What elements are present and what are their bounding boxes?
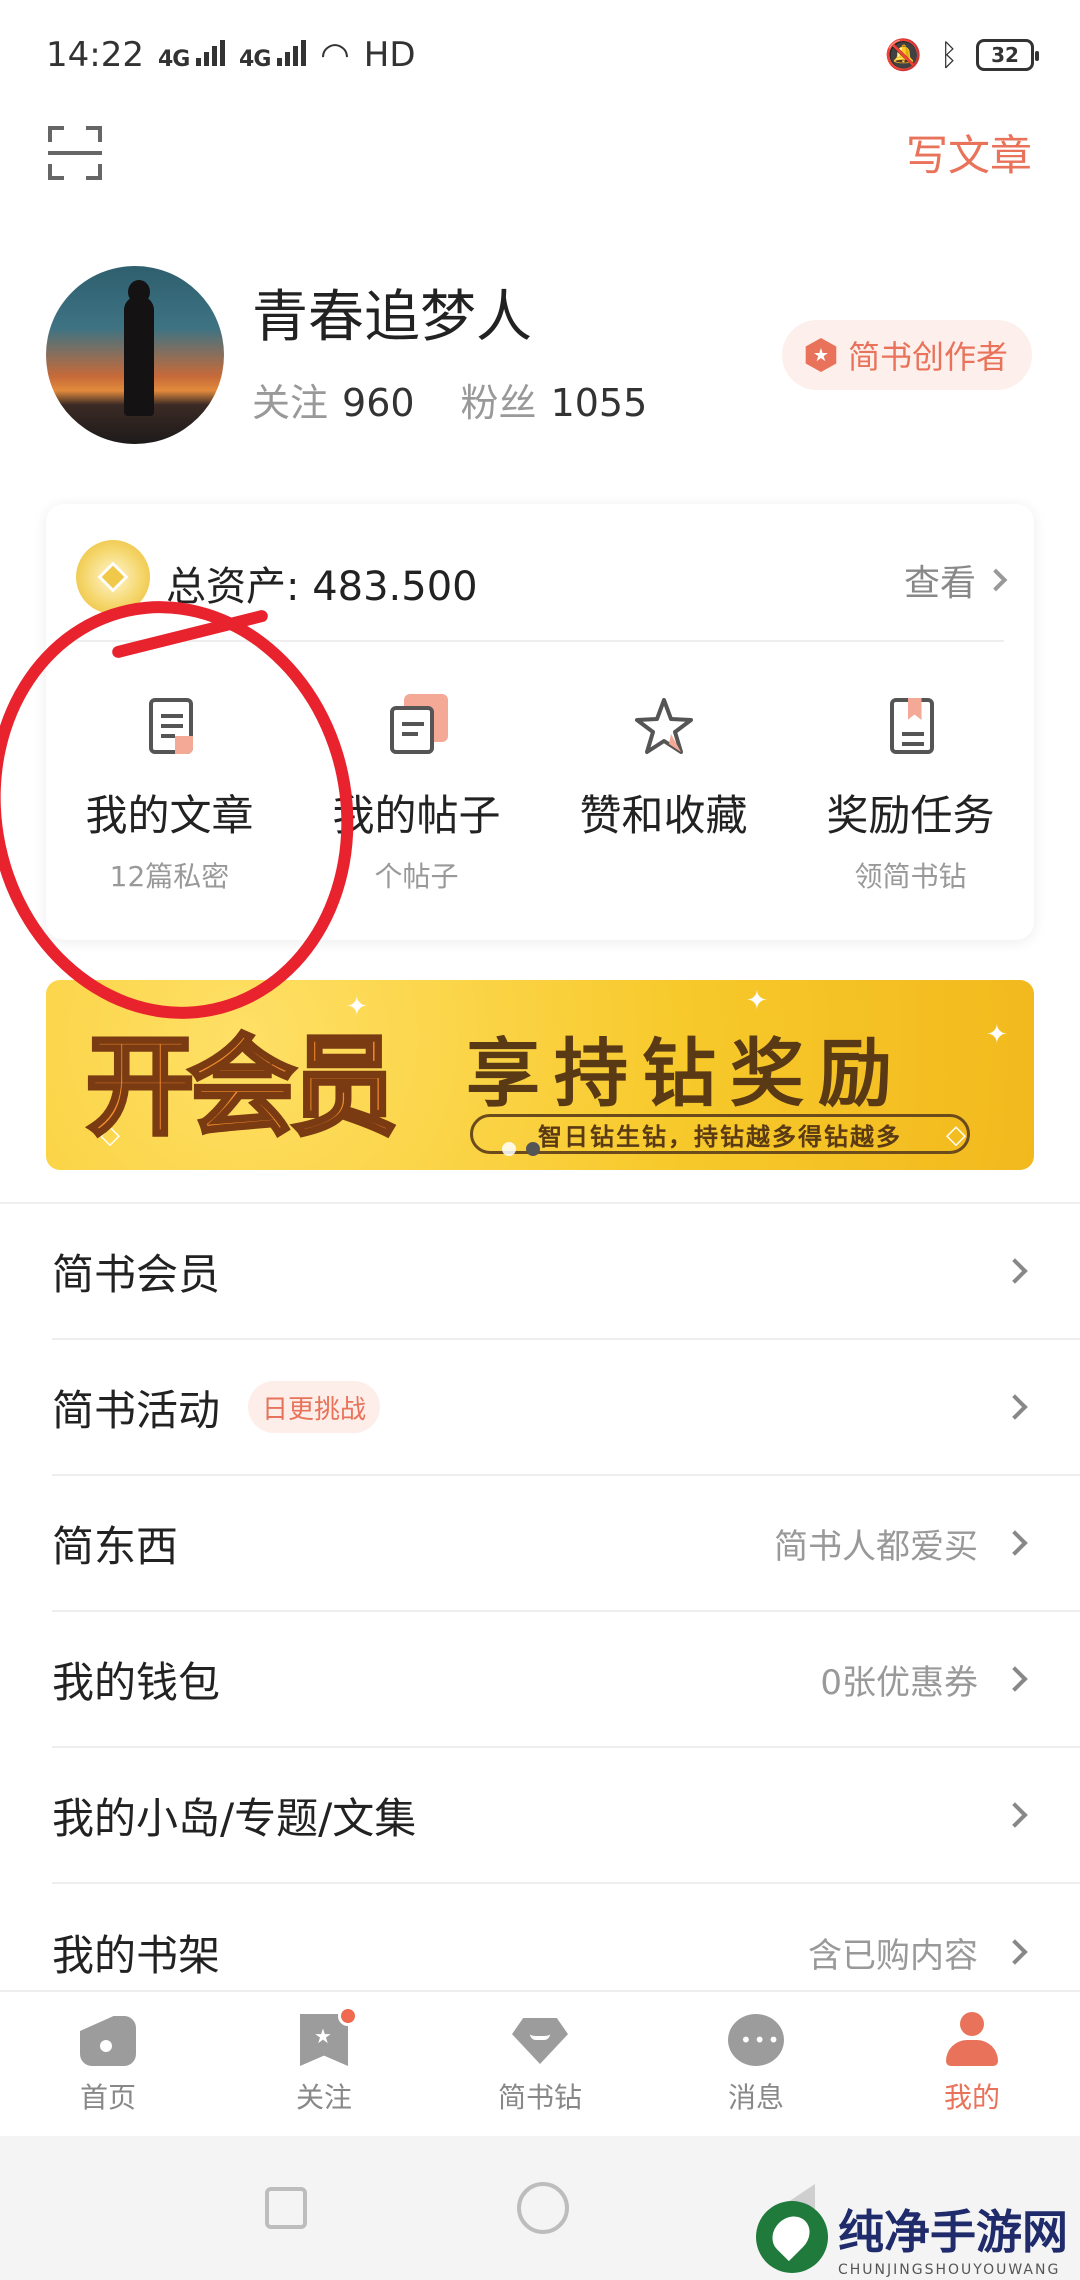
- shortcut-my-posts[interactable]: 我的帖子 个帖子: [293, 694, 540, 895]
- shortcut-sublabel: 领简书钻: [854, 860, 967, 893]
- watermark-text: 纯净手游网: [838, 2205, 1068, 2259]
- status-time: 14:22: [46, 35, 144, 75]
- nav-label: 消息: [727, 2081, 784, 2114]
- menu-item-wallet[interactable]: 我的钱包 0张优惠券: [52, 1612, 1080, 1748]
- shortcut-likes-favorites[interactable]: 赞和收藏: [540, 694, 787, 895]
- chevron-right-icon: [1002, 1666, 1028, 1692]
- daily-challenge-tag: 日更挑战: [248, 1381, 381, 1433]
- settings-menu: 简书会员 简书活动 日更挑战 简东西 简书人都爱买 我的钱包 0张优惠券 我的小…: [0, 1202, 1080, 2020]
- shortcut-label: 赞和收藏: [579, 791, 748, 840]
- follow-icon: ★: [296, 2006, 358, 2068]
- following-stat[interactable]: 关注 960: [252, 372, 415, 427]
- shortcut-label: 奖励任务: [826, 791, 995, 840]
- nav-label: 关注: [295, 2081, 352, 2114]
- view-assets-link[interactable]: 查看: [904, 554, 1008, 606]
- posts-icon: [384, 694, 450, 760]
- menu-item-label: 我的书架: [52, 1930, 221, 1980]
- diamond-icon: [512, 2012, 568, 2068]
- menu-item-hint: 含已购内容: [808, 1935, 978, 1976]
- shortcut-sublabel: 个帖子: [374, 860, 459, 893]
- home-button[interactable]: [517, 2182, 569, 2234]
- chevron-right-icon: [1002, 1530, 1028, 1556]
- watermark: 纯净手游网 CHUNJINGSHOUYOUWANG: [756, 2196, 1068, 2278]
- avatar[interactable]: [46, 266, 224, 444]
- menu-item-collections[interactable]: 我的小岛/专题/文集: [52, 1748, 1080, 1884]
- shortcut-label: 我的帖子: [332, 791, 501, 840]
- shortcut-sublabel: 12篇私密: [109, 860, 230, 893]
- notification-dot: [338, 2006, 358, 2026]
- shortcut-grid: 我的文章 12篇私密 我的帖子 个帖子 赞和收藏 奖励任务 领简书钻: [46, 694, 1034, 895]
- banner-pagination: [502, 1142, 540, 1156]
- profile-icon: [944, 2012, 1000, 2068]
- nav-label: 简书钻: [497, 2081, 582, 2114]
- shortcut-my-articles[interactable]: 我的文章 12篇私密: [46, 694, 293, 895]
- coin-icon: [76, 540, 150, 614]
- total-assets[interactable]: 总资产: 483.500: [166, 554, 478, 612]
- watermark-logo-icon: [756, 2201, 828, 2273]
- nav-label: 首页: [79, 2081, 136, 2114]
- status-bar: 14:22 4G 4G ◠ HD 🔕 ᛒ 32: [0, 0, 1080, 110]
- menu-item-membership[interactable]: 简书会员: [52, 1204, 1080, 1340]
- menu-item-label: 我的钱包: [52, 1657, 221, 1707]
- chevron-right-icon: [1002, 1258, 1028, 1284]
- bookmark-icon: [878, 694, 944, 760]
- home-icon: [80, 2012, 136, 2068]
- vip-banner[interactable]: ✦ ✦ ✦ ◇ ◇ 开会员 享持钻奖励 智日钻生钻，持钻越多得钻越多: [46, 980, 1034, 1170]
- author-badge-label: 简书创作者: [847, 338, 1008, 376]
- shortcut-label: 我的文章: [85, 791, 254, 840]
- cellular-signal-icon-2: 4G: [239, 38, 307, 72]
- watermark-subtext: CHUNJINGSHOUYOUWANG: [838, 2262, 1061, 2278]
- username[interactable]: 青春追梦人: [252, 272, 532, 353]
- wifi-icon: ◠: [320, 35, 350, 75]
- chevron-right-icon: [1002, 1939, 1028, 1965]
- menu-item-hint: 简书人都爱买: [774, 1526, 978, 1567]
- message-icon: •••: [728, 2012, 784, 2068]
- write-article-button[interactable]: 写文章: [906, 122, 1032, 183]
- following-count: 960: [342, 381, 415, 425]
- nav-label: 我的: [943, 2081, 1000, 2114]
- scan-icon[interactable]: [48, 126, 102, 180]
- menu-item-shop[interactable]: 简东西 简书人都爱买: [52, 1476, 1080, 1612]
- bottom-nav: 首页 ★ 关注 简书钻 ••• 消息 我的: [0, 1990, 1080, 2136]
- mute-icon: 🔕: [884, 37, 922, 73]
- pagination-dot-active: [526, 1142, 540, 1156]
- nav-profile[interactable]: 我的: [864, 1992, 1080, 2136]
- follow-stats: 关注 960 粉丝 1055: [252, 372, 647, 427]
- menu-item-label: 我的小岛/专题/文集: [52, 1793, 417, 1843]
- chevron-right-icon: [1002, 1802, 1028, 1828]
- asset-card: 总资产: 483.500 查看 我的文章 12篇私密 我的帖子 个帖子 赞和收藏: [46, 504, 1034, 940]
- author-badge-icon: ★: [805, 338, 837, 372]
- recent-apps-button[interactable]: [265, 2187, 307, 2229]
- chevron-right-icon: [984, 568, 1008, 592]
- shortcut-reward-tasks[interactable]: 奖励任务 领简书钻: [787, 694, 1034, 895]
- followers-count: 1055: [550, 381, 648, 425]
- cellular-signal-icon: 4G: [158, 38, 226, 72]
- followers-stat[interactable]: 粉丝 1055: [461, 372, 648, 427]
- chevron-right-icon: [1002, 1394, 1028, 1420]
- banner-title-right: 享持钻奖励: [466, 1031, 906, 1117]
- hd-indicator: HD: [363, 35, 416, 75]
- menu-item-label: 简书会员: [52, 1249, 221, 1299]
- pagination-dot: [502, 1142, 516, 1156]
- banner-subtitle: 智日钻生钻，持钻越多得钻越多: [470, 1114, 970, 1154]
- menu-item-label: 简东西: [52, 1521, 179, 1571]
- nav-home[interactable]: 首页: [0, 1992, 216, 2136]
- banner-title-left: 开会员: [84, 1022, 400, 1152]
- menu-item-label: 简书活动: [52, 1385, 221, 1435]
- nav-follow[interactable]: ★ 关注: [216, 1992, 432, 2136]
- article-icon: [137, 694, 203, 760]
- battery-icon: 32: [976, 39, 1039, 71]
- divider: [76, 640, 1004, 642]
- menu-item-hint: 0张优惠券: [820, 1662, 978, 1703]
- nav-messages[interactable]: ••• 消息: [648, 1992, 864, 2136]
- star-icon: [631, 694, 697, 760]
- author-badge[interactable]: ★ 简书创作者: [781, 320, 1032, 390]
- bluetooth-icon: ᛒ: [940, 37, 958, 73]
- menu-item-activities[interactable]: 简书活动 日更挑战: [52, 1340, 1080, 1476]
- nav-diamond[interactable]: 简书钻: [432, 1992, 648, 2136]
